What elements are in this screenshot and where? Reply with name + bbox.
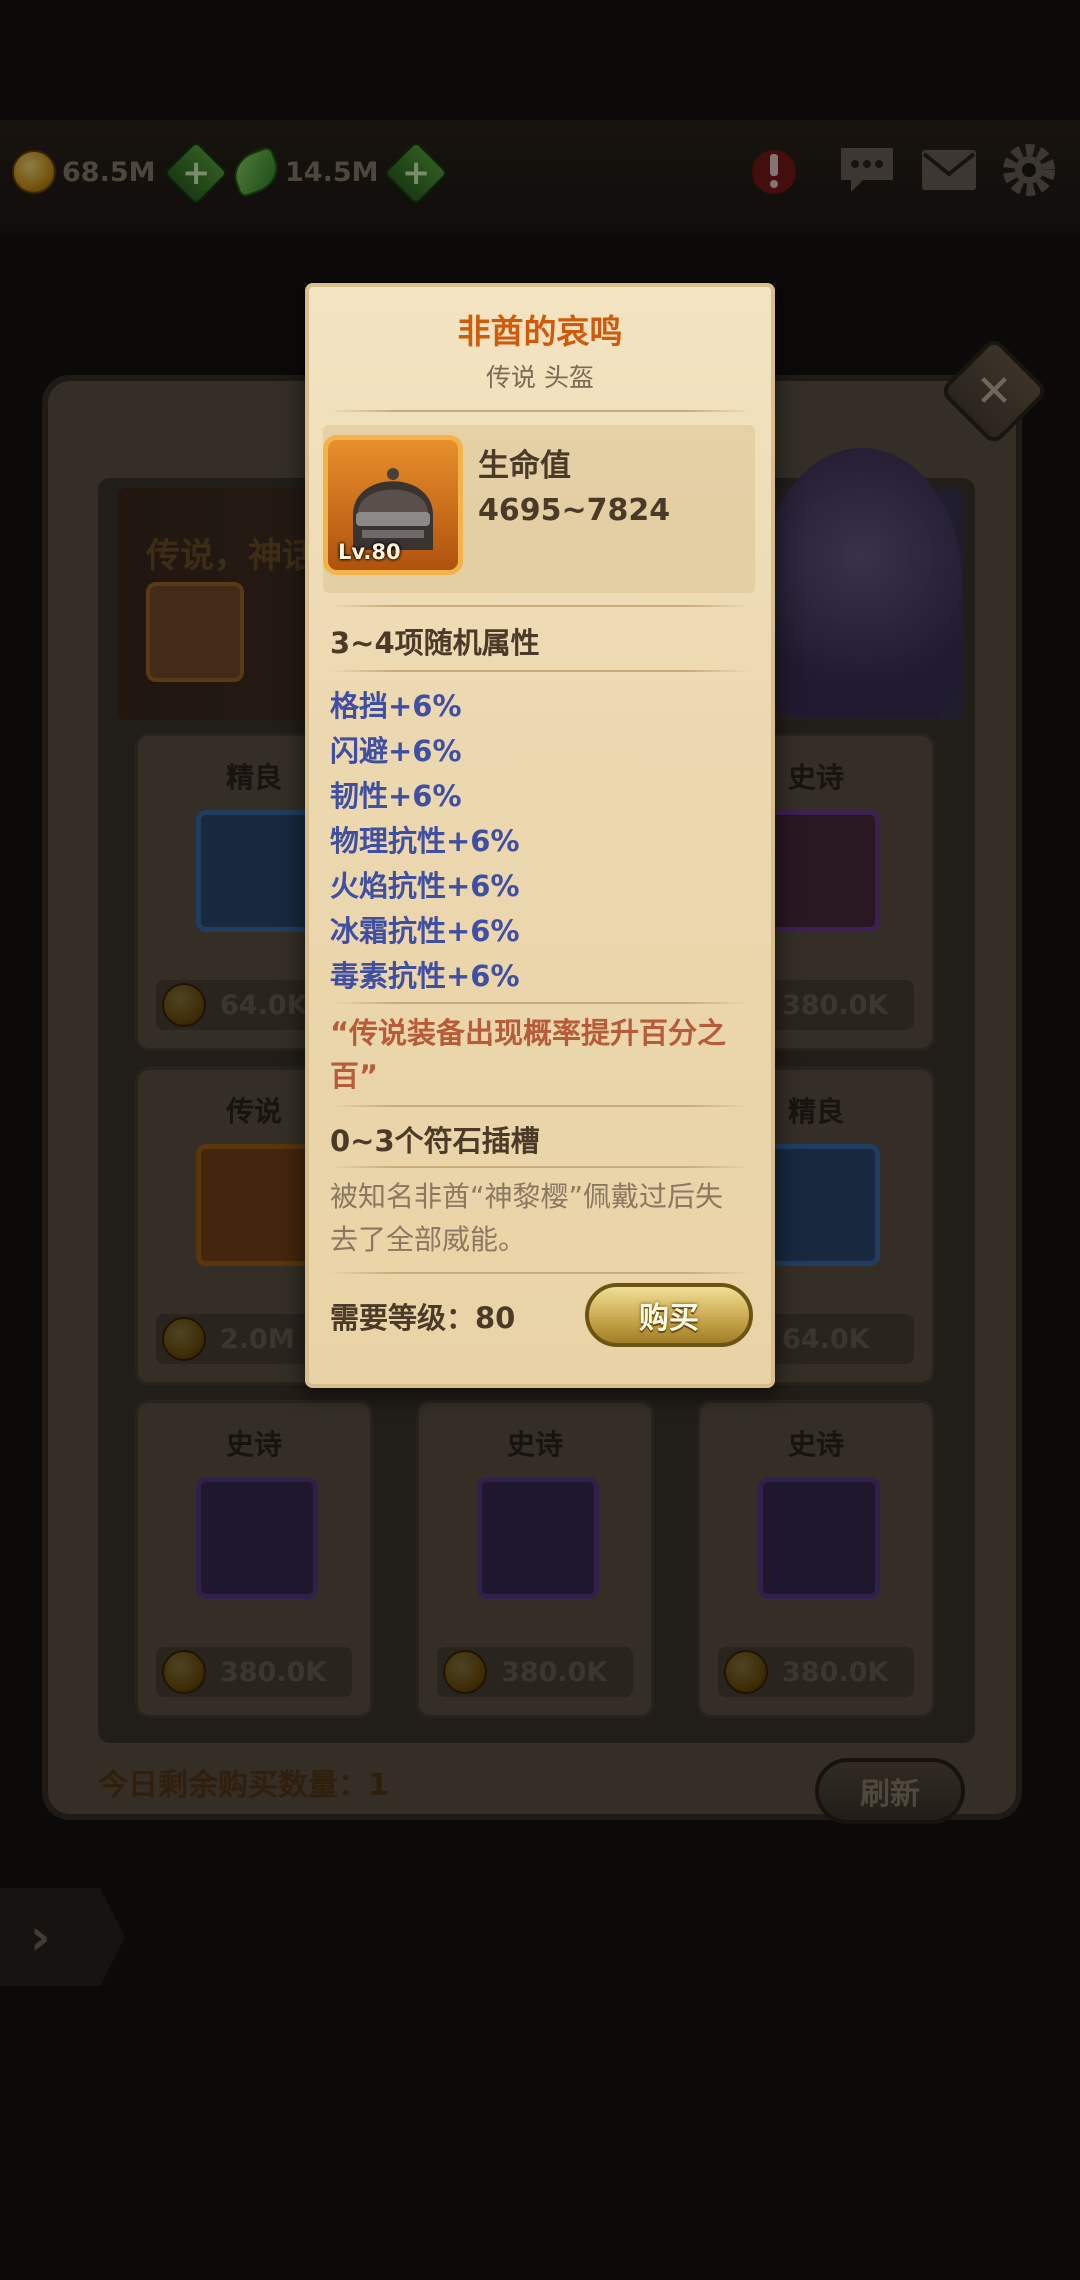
item-type: 传说 头盔 <box>486 363 594 392</box>
item-name: 非酋的哀鸣 <box>457 312 623 351</box>
main-stat-name: 生命值 <box>478 448 571 484</box>
divider <box>330 410 750 412</box>
attribute-line: 毒素抗性+6% <box>330 959 520 993</box>
divider <box>330 605 750 607</box>
divider <box>330 1105 750 1107</box>
divider <box>330 1002 750 1004</box>
attribute-line: 韧性+6% <box>330 779 462 813</box>
random-attr-header: 3~4项随机属性 <box>330 626 540 660</box>
level-requirement: 需要等级：80 <box>330 1301 516 1335</box>
attribute-line: 格挡+6% <box>330 689 462 723</box>
attribute-line: 物理抗性+6% <box>330 824 520 858</box>
item-description: 被知名非酋“神黎樱”佩戴过后失去了全部威能。 <box>330 1180 724 1256</box>
attribute-line: 闪避+6% <box>330 734 462 768</box>
item-quote: “传说装备出现概率提升百分之百” <box>330 1016 727 1093</box>
item-level-badge: Lv.80 <box>338 540 401 564</box>
divider <box>330 1272 750 1274</box>
buy-button[interactable]: 购买 <box>585 1283 753 1347</box>
attribute-line: 冰霜抗性+6% <box>330 914 520 948</box>
main-stat-value: 4695~7824 <box>478 493 671 528</box>
divider <box>330 1166 750 1168</box>
divider <box>330 670 750 672</box>
attribute-line: 火焰抗性+6% <box>330 869 520 903</box>
socket-header: 0~3个符石插槽 <box>330 1124 540 1158</box>
